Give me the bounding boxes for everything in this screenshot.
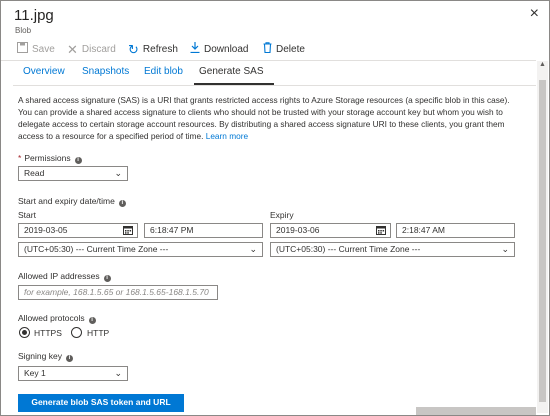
tab-generate-sas[interactable]: Generate SAS xyxy=(199,66,263,82)
info-icon[interactable]: i xyxy=(74,157,82,164)
dates-section-label-text: Start and expiry date/time xyxy=(18,196,115,206)
start-timezone-value: (UTC+05:30) --- Current Time Zone --- xyxy=(24,244,169,254)
discard-label: Discard xyxy=(81,43,116,55)
learn-more-link[interactable]: Learn more xyxy=(206,131,248,141)
protocols-label: Allowed protocols i xyxy=(18,313,96,324)
calendar-icon[interactable] xyxy=(376,225,386,239)
discard-icon: ✕ xyxy=(67,41,78,57)
ip-placeholder: for example, 168.1.5.65 or 168.1.5.65-16… xyxy=(24,287,209,297)
start-date-value: 2019-03-05 xyxy=(24,225,68,235)
delete-label: Delete xyxy=(276,43,305,55)
start-label: Start xyxy=(18,210,36,220)
start-timezone-select[interactable]: (UTC+05:30) --- Current Time Zone --- ⌄ xyxy=(18,242,263,257)
permissions-value: Read xyxy=(24,168,45,178)
refresh-icon: ↻ xyxy=(128,41,139,57)
chevron-down-icon: ⌄ xyxy=(501,244,509,254)
expiry-date-value: 2019-03-06 xyxy=(276,225,320,235)
sas-description: A shared access signature (SAS) is a URI… xyxy=(18,94,518,142)
refresh-label: Refresh xyxy=(142,43,178,55)
expiry-date-input[interactable]: 2019-03-06 xyxy=(270,223,391,238)
tab-overview[interactable]: Overview xyxy=(23,66,65,82)
ip-label-text: Allowed IP addresses xyxy=(18,271,100,281)
required-marker: * xyxy=(18,153,22,163)
calendar-icon[interactable] xyxy=(123,225,133,239)
download-icon xyxy=(190,42,200,56)
delete-icon xyxy=(263,42,272,56)
signing-key-value: Key 1 xyxy=(24,368,46,378)
https-radio[interactable] xyxy=(19,327,30,338)
tab-snapshots[interactable]: Snapshots xyxy=(82,66,129,82)
info-icon[interactable]: i xyxy=(118,200,126,207)
expiry-label: Expiry xyxy=(270,210,294,220)
info-icon[interactable]: i xyxy=(65,355,73,362)
generate-sas-button[interactable]: Generate blob SAS token and URL xyxy=(18,394,184,412)
horizontal-scrollbar-thumb[interactable] xyxy=(416,407,536,415)
delete-button[interactable]: Delete xyxy=(263,41,305,57)
info-icon[interactable]: i xyxy=(103,275,111,282)
protocols-label-text: Allowed protocols xyxy=(18,313,85,323)
save-label: Save xyxy=(32,43,55,55)
https-label: HTTPS xyxy=(34,328,62,338)
signing-key-label: Signing key i xyxy=(18,351,73,362)
save-button[interactable]: Save xyxy=(17,41,55,57)
page-subtitle: Blob xyxy=(15,26,32,35)
refresh-button[interactable]: ↻ Refresh xyxy=(128,41,178,57)
page-title: 11.jpg xyxy=(14,7,54,24)
close-icon[interactable]: × xyxy=(530,5,539,23)
ip-input[interactable]: for example, 168.1.5.65 or 168.1.5.65-16… xyxy=(18,285,218,300)
expiry-timezone-select[interactable]: (UTC+05:30) --- Current Time Zone --- ⌄ xyxy=(270,242,515,257)
discard-button[interactable]: ✕ Discard xyxy=(67,41,116,57)
blob-blade: 11.jpg Blob × Save ✕ Discard ↻ Refresh D… xyxy=(0,0,550,416)
toolbar-divider xyxy=(1,60,536,61)
permissions-label: * Permissions i xyxy=(18,153,82,164)
expiry-time-value: 2:18:47 AM xyxy=(402,225,446,235)
ip-label: Allowed IP addresses i xyxy=(18,271,111,282)
download-label: Download xyxy=(204,43,249,55)
http-radio[interactable] xyxy=(71,327,82,338)
sas-description-text: A shared access signature (SAS) is a URI… xyxy=(18,95,510,141)
start-time-input[interactable]: 6:18:47 PM xyxy=(144,223,263,238)
signing-key-label-text: Signing key xyxy=(18,351,62,361)
download-button[interactable]: Download xyxy=(190,41,248,57)
signing-key-select[interactable]: Key 1 ⌄ xyxy=(18,366,128,381)
scroll-up-icon[interactable]: ▲ xyxy=(537,61,548,71)
chevron-down-icon: ⌄ xyxy=(114,368,122,378)
tab-edit-blob[interactable]: Edit blob xyxy=(144,66,183,82)
expiry-timezone-value: (UTC+05:30) --- Current Time Zone --- xyxy=(276,244,421,254)
chevron-down-icon: ⌄ xyxy=(249,244,257,254)
info-icon[interactable]: i xyxy=(88,317,96,324)
save-icon xyxy=(17,42,28,56)
permissions-label-text: Permissions xyxy=(24,153,71,163)
tabs-divider xyxy=(13,85,536,86)
dates-section-label: Start and expiry date/time i xyxy=(18,196,126,207)
permissions-select[interactable]: Read ⌄ xyxy=(18,166,128,181)
start-time-value: 6:18:47 PM xyxy=(150,225,194,235)
start-date-input[interactable]: 2019-03-05 xyxy=(18,223,138,238)
http-label: HTTP xyxy=(87,328,110,338)
expiry-time-input[interactable]: 2:18:47 AM xyxy=(396,223,515,238)
chevron-down-icon: ⌄ xyxy=(114,168,122,178)
scrollbar-thumb[interactable] xyxy=(539,80,546,402)
